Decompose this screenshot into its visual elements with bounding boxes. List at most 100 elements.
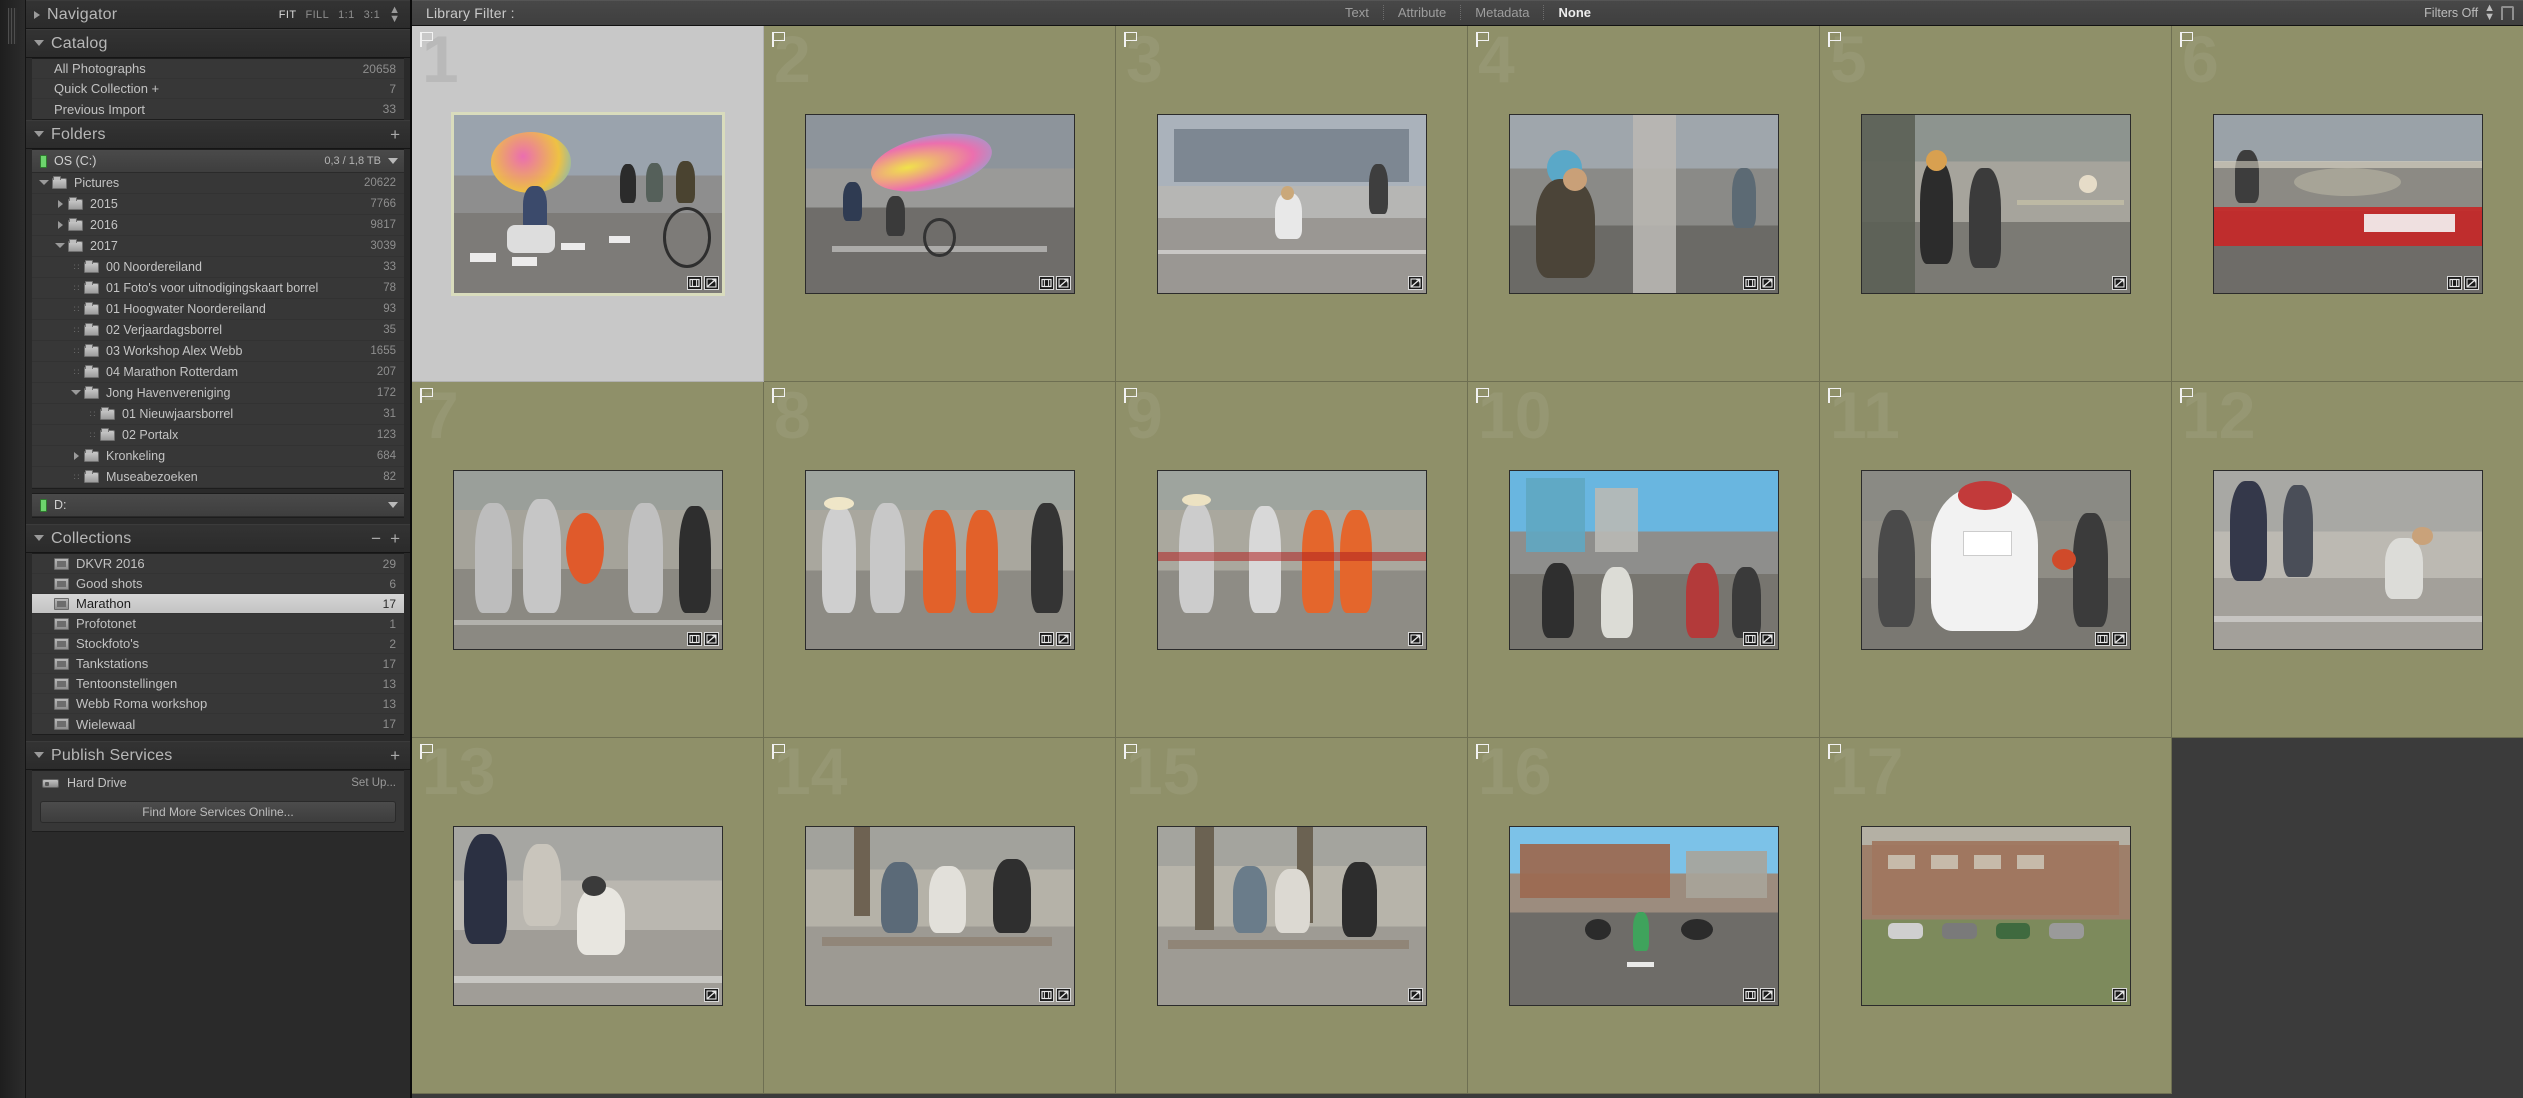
collection-row[interactable]: Good shots 6 <box>32 574 404 594</box>
flag-icon[interactable] <box>772 744 785 759</box>
chevron-down-icon[interactable] <box>388 502 398 508</box>
develop-badge[interactable] <box>1759 987 1775 1002</box>
folder-row[interactable]: ∷ 01 Nieuwjaarsborrel 31 <box>32 404 404 425</box>
add-collection-plus-icon[interactable]: + <box>390 530 400 547</box>
filters-stepper-icon[interactable]: ▲ ▼ <box>2484 2 2495 22</box>
flag-icon[interactable] <box>420 388 433 403</box>
crop-badge[interactable] <box>686 631 702 646</box>
folder-row[interactable]: ∷ 02 Portalx 123 <box>32 425 404 446</box>
flag-icon[interactable] <box>1828 388 1841 403</box>
thumbnail-cell[interactable]: 8 <box>764 382 1116 738</box>
grid-view[interactable]: 1 2 3 4 5 6 7 8 9 10 11 12 13 14 15 16 1… <box>412 26 2523 1098</box>
crop-badge[interactable] <box>1038 631 1054 646</box>
thumbnail-image[interactable] <box>1860 825 2131 1006</box>
thumbnail-cell[interactable]: 13 <box>412 738 764 1094</box>
chevron-down-icon[interactable] <box>388 158 398 164</box>
catalog-item-all-photographs[interactable]: All Photographs 20658 <box>32 59 404 79</box>
crop-badge[interactable] <box>1742 275 1758 290</box>
catalog-item-quick-collection[interactable]: Quick Collection + 7 <box>32 79 404 99</box>
develop-badge[interactable] <box>1759 275 1775 290</box>
navigator-header[interactable]: Navigator FIT FILL 1:1 3:1 ▲ ▼ <box>26 0 410 29</box>
flag-icon[interactable] <box>1124 744 1137 759</box>
collection-row[interactable]: Stockfoto's 2 <box>32 634 404 654</box>
collection-row[interactable]: Marathon 17 <box>32 594 404 614</box>
thumbnail-cell[interactable]: 2 <box>764 26 1116 382</box>
folder-row[interactable]: ∷ 02 Verjaardagsborrel 35 <box>32 320 404 341</box>
catalog-header[interactable]: Catalog <box>26 29 410 58</box>
thumbnail-image[interactable] <box>804 825 1075 1006</box>
panel-edge-grip[interactable] <box>0 0 26 1098</box>
thumbnail-image[interactable] <box>450 111 725 296</box>
collection-row[interactable]: Wielewaal 17 <box>32 714 404 734</box>
collection-row[interactable]: Webb Roma workshop 13 <box>32 694 404 714</box>
flag-icon[interactable] <box>1476 388 1489 403</box>
remove-collection-minus-icon[interactable]: − <box>371 530 381 547</box>
develop-badge[interactable] <box>2111 987 2127 1002</box>
thumbnail-cell[interactable]: 10 <box>1468 382 1820 738</box>
develop-badge[interactable] <box>1055 275 1071 290</box>
develop-badge[interactable] <box>2111 631 2127 646</box>
flag-icon[interactable] <box>2180 388 2193 403</box>
flag-icon[interactable] <box>1828 32 1841 47</box>
add-publish-service-plus-icon[interactable]: + <box>390 747 400 764</box>
collection-row[interactable]: DKVR 2016 29 <box>32 554 404 574</box>
folder-row[interactable]: ∷ 01 Foto's voor uitnodigingskaart borre… <box>32 278 404 299</box>
filter-option-metadata[interactable]: Metadata <box>1460 5 1543 20</box>
flag-icon[interactable] <box>1828 744 1841 759</box>
thumbnail-cell[interactable]: 16 <box>1468 738 1820 1094</box>
thumbnail-image[interactable] <box>1508 113 1779 294</box>
thumbnail-cell[interactable]: 6 <box>2172 26 2523 382</box>
folder-row[interactable]: ∷ Museabezoeken 82 <box>32 467 404 488</box>
catalog-item-previous-import[interactable]: Previous Import 33 <box>32 99 404 119</box>
flag-icon[interactable] <box>1124 388 1137 403</box>
zoom-stepper-icon[interactable]: ▲ ▼ <box>389 4 400 24</box>
develop-badge[interactable] <box>1407 275 1423 290</box>
lock-icon[interactable] <box>2501 5 2514 20</box>
develop-badge[interactable] <box>703 987 719 1002</box>
volume-browser-os-c[interactable]: OS (C:) 0,3 / 1,8 TB <box>32 150 404 173</box>
collection-row[interactable]: Tentoonstellingen 13 <box>32 674 404 694</box>
thumbnail-image[interactable] <box>1508 469 1779 650</box>
thumbnail-image[interactable] <box>452 825 723 1006</box>
thumbnail-cell[interactable]: 11 <box>1820 382 2172 738</box>
thumbnail-cell[interactable]: 5 <box>1820 26 2172 382</box>
disclosure-triangle-icon[interactable] <box>34 130 44 141</box>
thumbnail-image[interactable] <box>1508 825 1779 1006</box>
thumbnail-image[interactable] <box>1156 113 1427 294</box>
thumbnail-image[interactable] <box>1860 469 2131 650</box>
folder-row[interactable]: 2015 7766 <box>32 194 404 215</box>
thumbnail-cell[interactable]: 3 <box>1116 26 1468 382</box>
thumbnail-cell[interactable]: 7 <box>412 382 764 738</box>
folder-row[interactable]: ∷ 00 Noordereiland 33 <box>32 257 404 278</box>
crop-badge[interactable] <box>1038 987 1054 1002</box>
flag-icon[interactable] <box>772 32 785 47</box>
thumbnail-cell[interactable]: 1 <box>412 26 764 382</box>
folder-row[interactable]: ∷ 01 Hoogwater Noordereiland 93 <box>32 299 404 320</box>
thumbnail-cell[interactable]: 9 <box>1116 382 1468 738</box>
folder-row[interactable]: 2017 3039 <box>32 236 404 257</box>
disclosure-triangle-icon[interactable] <box>34 534 44 545</box>
folder-row[interactable]: Kronkeling 684 <box>32 446 404 467</box>
filter-option-attribute[interactable]: Attribute <box>1382 5 1460 20</box>
find-more-services-button[interactable]: Find More Services Online... <box>40 801 396 823</box>
filter-option-text[interactable]: Text <box>1331 5 1383 20</box>
disclosure-triangle-icon[interactable] <box>34 39 44 50</box>
collection-row[interactable]: Profotonet 1 <box>32 614 404 634</box>
develop-badge[interactable] <box>2463 275 2479 290</box>
crop-badge[interactable] <box>1742 631 1758 646</box>
develop-badge[interactable] <box>1055 987 1071 1002</box>
flag-icon[interactable] <box>772 388 785 403</box>
thumbnail-cell[interactable]: 4 <box>1468 26 1820 382</box>
filter-option-none[interactable]: None <box>1543 5 1605 20</box>
thumbnail-cell[interactable]: 14 <box>764 738 1116 1094</box>
zoom-1to1-button[interactable]: 1:1 <box>338 9 355 21</box>
zoom-3to1-button[interactable]: 3:1 <box>364 9 381 21</box>
develop-badge[interactable] <box>1759 631 1775 646</box>
publish-service-hard-drive[interactable]: Hard Drive Set Up... <box>32 771 404 795</box>
flag-icon[interactable] <box>1124 32 1137 47</box>
add-folder-plus-icon[interactable]: + <box>390 126 400 143</box>
crop-badge[interactable] <box>1742 987 1758 1002</box>
volume-browser-d[interactable]: D: <box>32 494 404 517</box>
collection-row[interactable]: Tankstations 17 <box>32 654 404 674</box>
thumbnail-image[interactable] <box>804 469 1075 650</box>
